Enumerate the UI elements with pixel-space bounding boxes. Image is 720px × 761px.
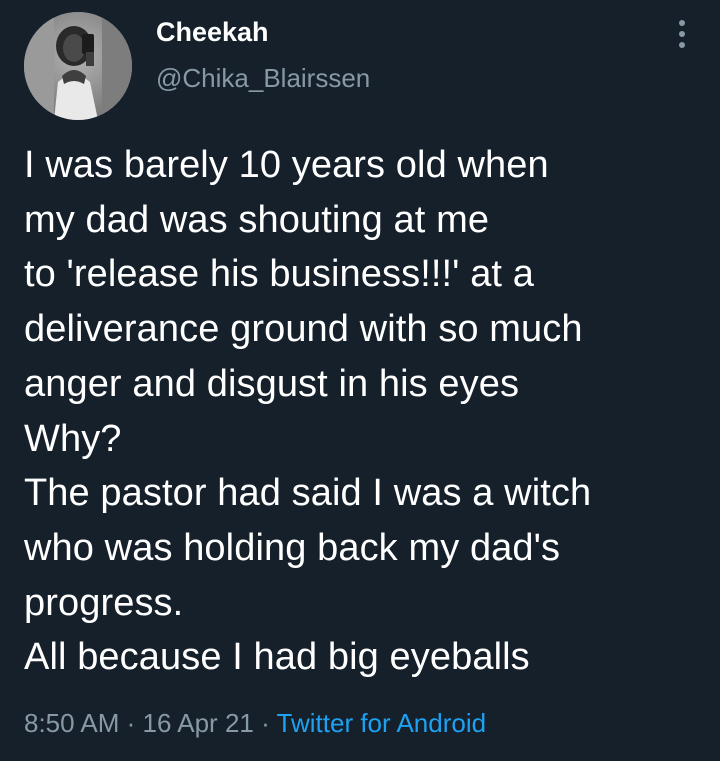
tweet-meta: 8:50 AM · 16 Apr 21 · Twitter for Androi… [24, 705, 486, 741]
tweet-text-line: I was barely 10 years old when [24, 144, 549, 186]
meta-separator: · [261, 708, 270, 738]
more-vertical-icon-dot [679, 31, 685, 37]
display-name[interactable]: Cheekah [156, 16, 269, 48]
user-handle[interactable]: @Chika_Blairssen [156, 62, 370, 94]
tweet-text-line: to 'release his business!!!' at a [24, 253, 534, 296]
tweet-text-line: anger and disgust in his eyes [24, 362, 520, 405]
tweet-text-line: deliverance ground with so much [24, 308, 583, 351]
tweet-time: 8:50 AM [24, 708, 120, 738]
tweet-text-line: All because I had big eyeballs [24, 636, 530, 679]
tweet-date: 16 Apr 21 [142, 708, 254, 738]
avatar[interactable] [24, 12, 132, 120]
tweet-text-line: who was holding back my dad's [24, 526, 561, 569]
tweet-text: I was barely 10 years old when my dad wa… [24, 138, 714, 685]
tweet-source-link[interactable]: Twitter for Android [277, 708, 487, 738]
more-options-button[interactable] [664, 14, 700, 54]
more-vertical-icon-dot [679, 42, 685, 48]
tweet-text-line: my dad was shouting at me [24, 198, 490, 241]
tweet-text-line: progress. [24, 581, 184, 624]
tweet-text-line: The pastor had said I was a witch [24, 472, 592, 515]
more-vertical-icon [679, 20, 685, 26]
avatar-photo [24, 12, 132, 120]
meta-separator: · [126, 708, 136, 738]
tweet-text-line: Why? [24, 417, 122, 460]
tweet-card: Cheekah @Chika_Blairssen I was barely 10… [0, 0, 720, 761]
